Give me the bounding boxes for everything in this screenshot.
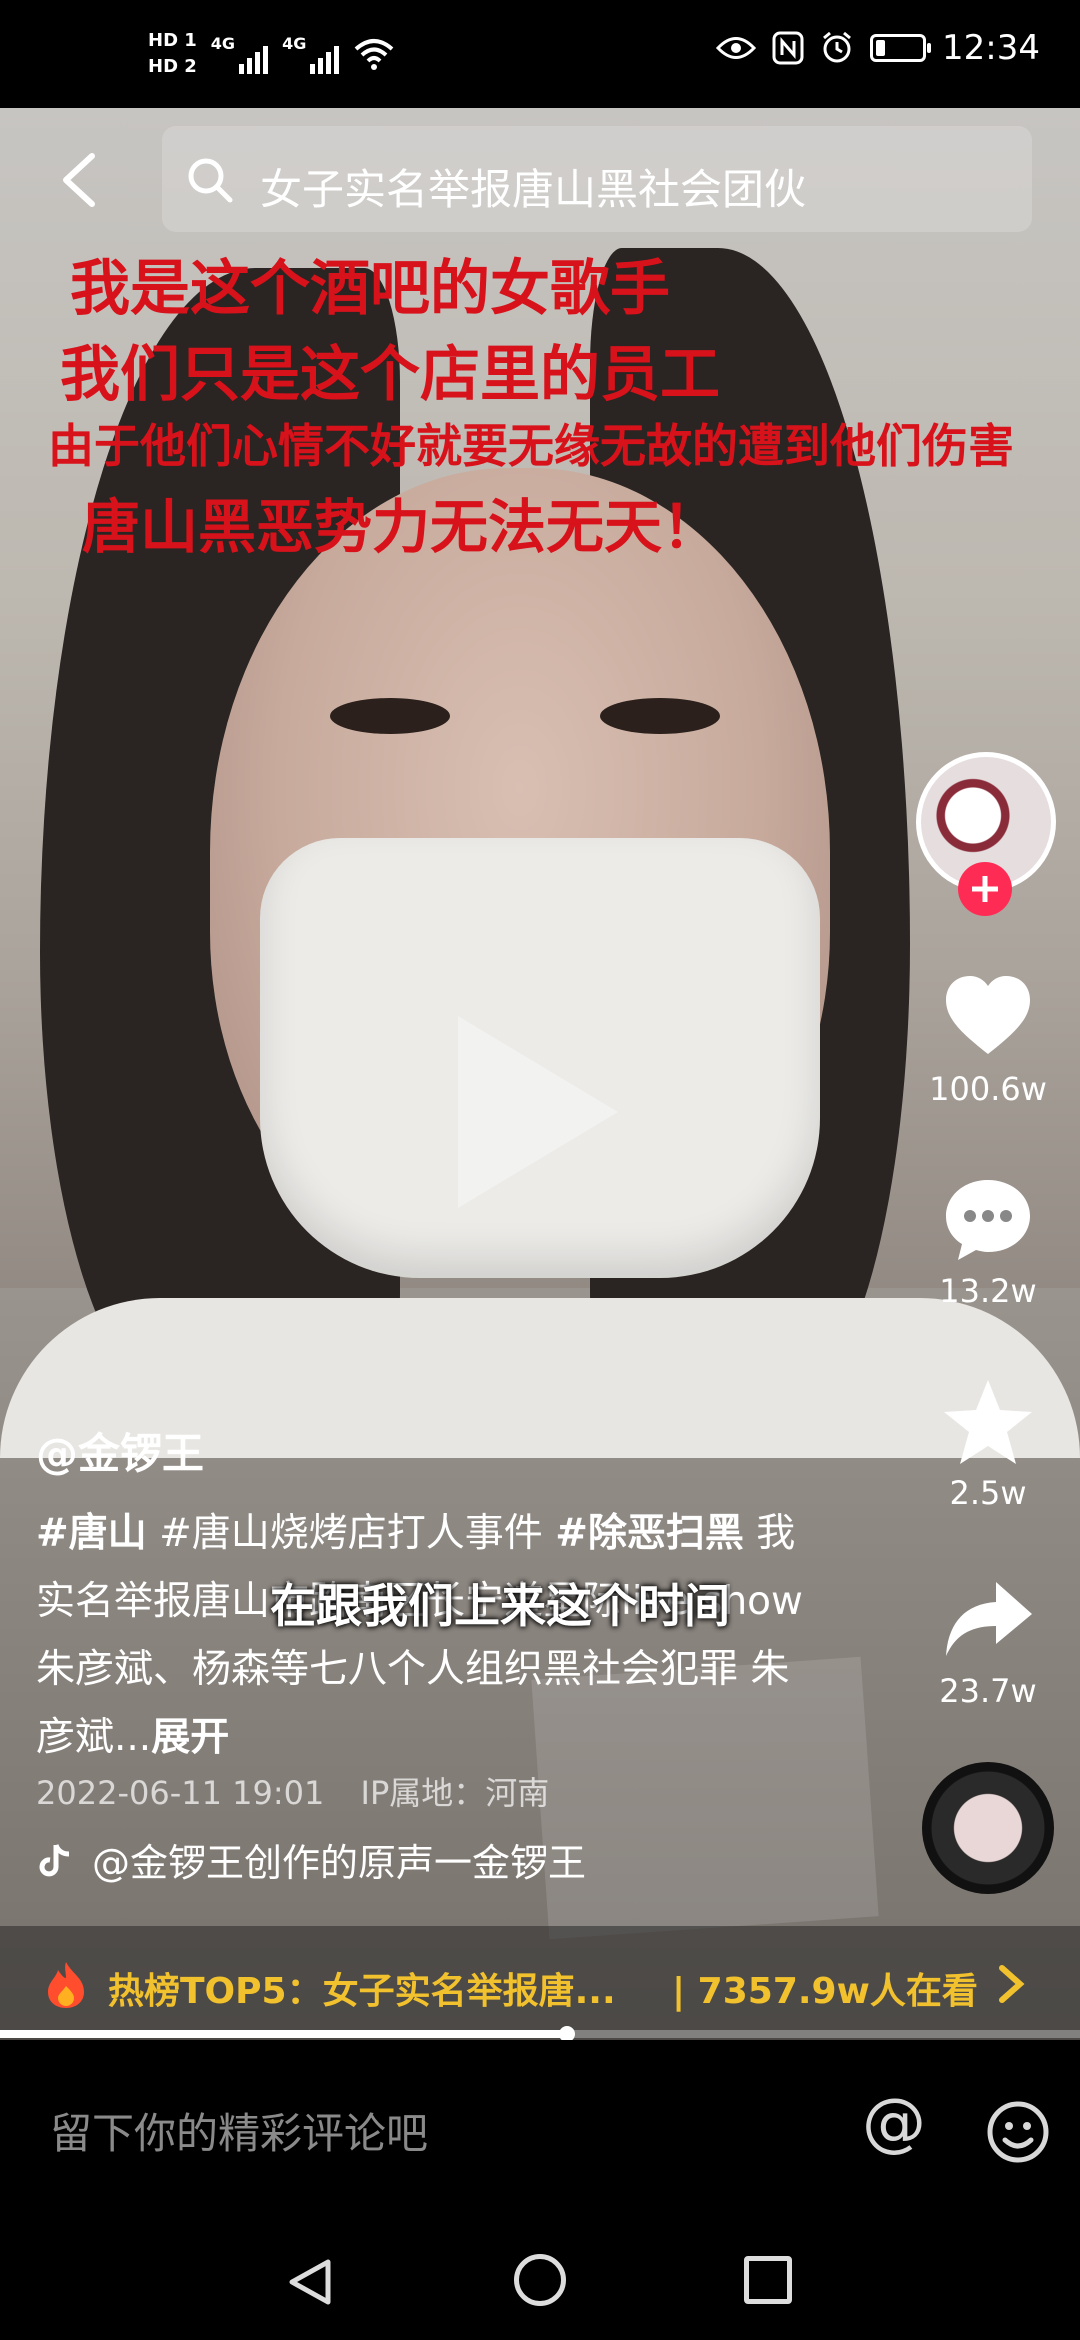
hot-list-banner[interactable]: 热榜TOP5：女子实名举报唐... | 7357.9w人在看 bbox=[0, 1926, 1080, 2040]
video-eye-right bbox=[600, 698, 720, 734]
signal-2: 4G bbox=[282, 34, 340, 74]
progress-fill bbox=[0, 2030, 567, 2038]
author-handle[interactable]: @金锣王 bbox=[36, 1420, 204, 1481]
system-nav-bar bbox=[0, 2220, 1080, 2340]
post-date: 2022-06-11 19:01 bbox=[36, 1774, 325, 1812]
video-subtitle: 在跟我们上来这个时间 bbox=[270, 1579, 730, 1633]
sim-indicators: HD 1 HD 2 bbox=[148, 30, 197, 78]
nfc-icon bbox=[772, 31, 804, 65]
comment-icon[interactable] bbox=[940, 1170, 1036, 1266]
share-count: 23.7w bbox=[939, 1672, 1037, 1710]
video-overlay-line4: 唐山黑恶势力无法无天！ bbox=[82, 493, 721, 561]
like-count: 100.6w bbox=[929, 1070, 1047, 1108]
chevron-right-icon bbox=[999, 1965, 1025, 2003]
wifi-icon bbox=[355, 39, 394, 70]
battery-icon bbox=[870, 34, 932, 62]
video-overlay-line2: 我们只是这个店里的员工 bbox=[60, 340, 720, 410]
post-caption[interactable]: #唐山 #唐山烧烤店打人事件 #除恶扫黑 我实名举报唐山市路南区长宁道星际liv… bbox=[36, 1500, 816, 1772]
share-arrow-icon[interactable] bbox=[940, 1572, 1036, 1668]
favorite-star-icon[interactable] bbox=[940, 1374, 1036, 1470]
comment-bar: 留下你的精彩评论吧 @ bbox=[0, 2040, 1080, 2220]
play-icon[interactable] bbox=[458, 1016, 618, 1208]
hot-viewers: | 7357.9w人在看 bbox=[672, 1971, 978, 2012]
search-bar[interactable]: 女子实名举报唐山黑社会团伙 bbox=[162, 126, 1032, 232]
emoji-icon[interactable] bbox=[986, 2100, 1050, 2164]
follow-button[interactable] bbox=[958, 862, 1012, 916]
expand-link[interactable]: 展开 bbox=[151, 1715, 229, 1760]
hot-list-label: 热榜TOP5：女子实名举报唐... bbox=[108, 1971, 616, 2012]
eye-icon bbox=[716, 37, 757, 59]
video-progress-bar[interactable] bbox=[0, 2026, 1080, 2042]
back-arrow-icon[interactable] bbox=[52, 150, 112, 210]
nav-back-icon[interactable] bbox=[284, 2256, 336, 2308]
music-title: @金锣王创作的原声一金锣王 bbox=[92, 1841, 587, 1885]
nav-home-icon[interactable] bbox=[514, 2254, 566, 2306]
net1-label: 4G bbox=[210, 34, 236, 53]
status-right: 12:34 bbox=[716, 28, 1040, 68]
hashtag[interactable]: #唐山烧烤店打人事件 bbox=[159, 1511, 543, 1556]
fire-icon bbox=[48, 1962, 84, 2008]
signal-bars-icon bbox=[310, 46, 340, 74]
search-query: 女子实名举报唐山黑社会团伙 bbox=[260, 165, 807, 214]
sim1-label: HD 1 bbox=[148, 30, 197, 51]
favorite-count: 2.5w bbox=[949, 1474, 1027, 1512]
alarm-icon bbox=[823, 31, 851, 63]
nav-recents-icon[interactable] bbox=[744, 2256, 792, 2304]
tiktok-note-icon bbox=[39, 1843, 70, 1876]
hashtag[interactable]: #除恶扫黑 bbox=[555, 1511, 744, 1556]
search-icon bbox=[188, 158, 233, 203]
post-meta: 2022-06-11 19:01 IP属地：河南 bbox=[36, 1768, 575, 1814]
video-overlay-line1: 我是这个酒吧的女歌手 bbox=[70, 254, 670, 324]
like-heart-icon[interactable] bbox=[940, 968, 1036, 1064]
battery-level bbox=[876, 40, 886, 56]
signal-bars-icon bbox=[239, 46, 269, 74]
music-disc-icon[interactable] bbox=[922, 1762, 1054, 1894]
status-left: HD 1 HD 2 4G 4G bbox=[148, 30, 395, 78]
sim2-label: HD 2 bbox=[148, 56, 197, 77]
at-mention-icon[interactable]: @ bbox=[862, 2086, 926, 2160]
video-overlay-line3: 由于他们心情不好就要无缘无故的遭到他们伤害 bbox=[48, 419, 1014, 473]
status-bar: HD 1 HD 2 4G 4G 12:34 bbox=[0, 0, 1080, 108]
hashtag[interactable]: #唐山 bbox=[36, 1511, 147, 1556]
net2-label: 4G bbox=[282, 34, 307, 53]
post-ip-location: IP属地：河南 bbox=[360, 1774, 550, 1812]
comment-input[interactable]: 留下你的精彩评论吧 bbox=[50, 2100, 428, 2161]
music-row[interactable]: @金锣王创作的原声一金锣王 bbox=[36, 1832, 586, 1887]
signal-1: 4G bbox=[210, 34, 269, 74]
clock: 12:34 bbox=[942, 28, 1040, 68]
video-eye-left bbox=[330, 698, 450, 734]
comment-count: 13.2w bbox=[939, 1272, 1037, 1310]
